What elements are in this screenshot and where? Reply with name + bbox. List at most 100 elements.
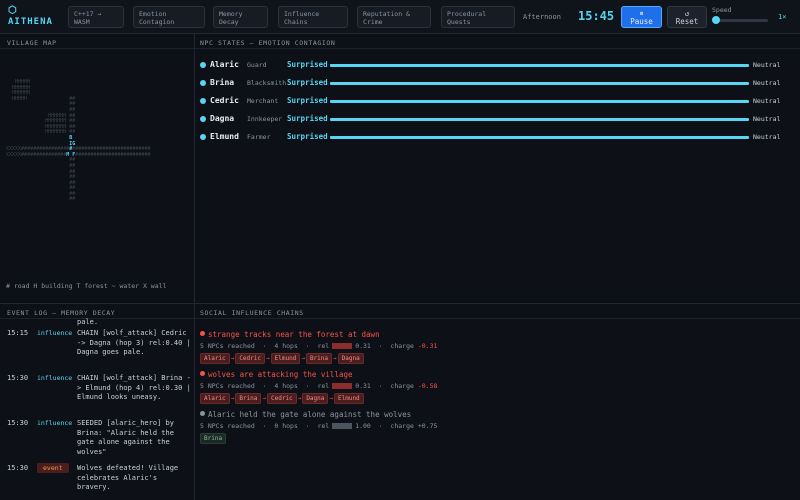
panel-divider-vertical (194, 34, 195, 500)
log-text: CHAIN [wolf_attack] Brina -> Elmund (hop… (77, 374, 191, 401)
arrow-right-icon: → (262, 395, 266, 402)
npc-emotion: Surprised (287, 78, 328, 87)
chain-status-dot (200, 331, 205, 336)
chain-node: Alaric (200, 353, 230, 364)
emotion-intensity-bar (330, 82, 749, 85)
chain-status-dot (200, 371, 205, 376)
log-text: CHAIN [wolf_attack] Cedric -> Dagna (hop… (77, 329, 191, 356)
chain-title: wolves are attacking the village (200, 370, 796, 379)
chain-rel: 0.31 (355, 342, 371, 350)
speed-slider-thumb[interactable] (712, 16, 720, 24)
npc-target-emotion: Neutral (753, 133, 781, 141)
npc-target-emotion: Neutral (753, 97, 781, 105)
chain-reached: 5 NPCs reached (200, 422, 255, 430)
log-time: 15:30 (7, 464, 29, 472)
reset-button[interactable]: ↺ Reset (667, 6, 707, 28)
feature-chip-memory: Memory Decay (213, 6, 268, 28)
arrow-right-icon: → (301, 355, 305, 362)
npc-emotion: Surprised (287, 60, 328, 69)
reliability-bar (332, 343, 353, 349)
influence-chain[interactable]: wolves are attacking the village 5 NPCs … (200, 370, 796, 404)
arrow-right-icon: → (333, 355, 337, 362)
chain-hops: 0 hops (274, 422, 298, 430)
chain-node: Brina (200, 433, 227, 444)
chain-rumor: strange tracks near the forest at dawn (208, 330, 380, 339)
chain-path: Alaric → Brina → Cedric → Dagna → Elmund (200, 393, 796, 404)
top-bar: ⬡ AITHENA C++17 → WASM Emotion Contagion… (0, 0, 800, 34)
npc-row[interactable]: Elmund Farmer Surprised Neutral (200, 130, 796, 146)
npc-name: Elmund (210, 132, 239, 141)
npc-status-dot (200, 80, 206, 86)
game-clock: 15:45 (578, 9, 615, 23)
app-logo: ⬡ AITHENA (8, 5, 53, 27)
chain-node: Dagna (302, 393, 329, 404)
charge-label: charge (390, 422, 414, 430)
arrow-right-icon: → (230, 395, 235, 402)
title-rule (195, 48, 800, 49)
log-entry: 15:30 influence SEEDED [alaric_hero] by … (7, 419, 191, 463)
chain-status-dot (200, 411, 205, 416)
npc-name: Alaric (210, 60, 239, 69)
influence-chain[interactable]: Alaric held the gate alone against the w… (200, 410, 796, 444)
reset-label: Reset (675, 17, 699, 26)
npc-status-dot (200, 134, 206, 140)
log-tag: influence (37, 374, 73, 382)
npc-target-emotion: Neutral (753, 61, 781, 69)
feature-chip-reputation: Reputation & Crime (357, 6, 431, 28)
log-tag: event (37, 463, 69, 473)
chain-node: Dagna (337, 353, 364, 364)
chain-hops: 4 hops (274, 342, 298, 350)
rel-label: rel (317, 382, 330, 390)
speed-value: 1× (778, 13, 787, 21)
log-entry: 15:30 influence CHAIN [wolf_attack] Brin… (7, 374, 191, 418)
npc-row[interactable]: Alaric Guard Surprised Neutral (200, 58, 796, 74)
chain-path: Brina (200, 433, 796, 444)
chain-node: Cedric (235, 353, 265, 364)
hexagon-icon: ⬡ (8, 5, 17, 16)
npc-role: Innkeeper (247, 115, 283, 123)
npc-role: Merchant (247, 97, 279, 105)
npc-target-emotion: Neutral (753, 115, 781, 123)
influence-chain[interactable]: strange tracks near the forest at dawn 5… (200, 330, 796, 364)
chain-rumor: wolves are attacking the village (208, 370, 353, 379)
npc-name: Brina (210, 78, 235, 87)
village-map-grid[interactable]: HHHHH HHHHHH HHHHHH HHHHH ## ## ## HHHHH… (6, 79, 151, 203)
chain-rel: 0.31 (355, 382, 371, 390)
feature-chip-emotion: Emotion Contagion (133, 6, 205, 28)
chain-reached: 5 NPCs reached (200, 342, 255, 350)
chain-path: Alaric → Cedric → Elmund → Brina → Dagna (200, 353, 796, 364)
npc-emotion: Surprised (287, 132, 328, 141)
chain-title: strange tracks near the forest at dawn (200, 330, 796, 339)
speed-label: Speed (712, 6, 732, 14)
npc-row[interactable]: Cedric Merchant Surprised Neutral (200, 94, 796, 110)
npc-row[interactable]: Brina Blacksmith Surprised Neutral (200, 76, 796, 92)
chain-node: Cedric (267, 393, 297, 404)
emotion-intensity-bar (330, 136, 749, 139)
log-tag: influence (37, 329, 73, 337)
feature-chip-wasm: C++17 → WASM (68, 6, 124, 28)
chain-node: Elmund (334, 393, 364, 404)
chain-reached: 5 NPCs reached (200, 382, 255, 390)
arrow-right-icon: → (230, 355, 235, 362)
pause-button[interactable]: ⏸ Pause (621, 6, 662, 28)
event-log-title: EVENT LOG — MEMORY DECAY (7, 309, 116, 317)
chain-rel: 1.00 (355, 422, 371, 430)
title-rule (195, 318, 800, 319)
log-text: Wolves defeated! Village celebrates Alar… (77, 464, 179, 491)
npc-name: Cedric (210, 96, 239, 105)
event-log[interactable]: pale. 15:15 influence CHAIN [wolf_attack… (0, 318, 194, 500)
npc-row[interactable]: Dagna Innkeeper Surprised Neutral (200, 112, 796, 128)
emotion-intensity-bar (330, 118, 749, 121)
emotion-intensity-bar (330, 64, 749, 67)
feature-chip-quests: Procedural Quests (441, 6, 515, 28)
npc-emotion: Surprised (287, 96, 328, 105)
speed-slider-track[interactable] (714, 19, 768, 22)
chain-meta: 5 NPCs reached · 4 hops · rel 0.31 · char… (200, 342, 438, 350)
log-time: 15:30 (7, 419, 29, 427)
npc-target-emotion: Neutral (753, 79, 781, 87)
charge-label: charge (390, 382, 414, 390)
map-row: ## (6, 196, 76, 203)
reliability-bar (332, 383, 353, 389)
chain-meta: 5 NPCs reached · 4 hops · rel 0.31 · char… (200, 382, 438, 390)
panel-divider-horizontal (0, 303, 800, 304)
